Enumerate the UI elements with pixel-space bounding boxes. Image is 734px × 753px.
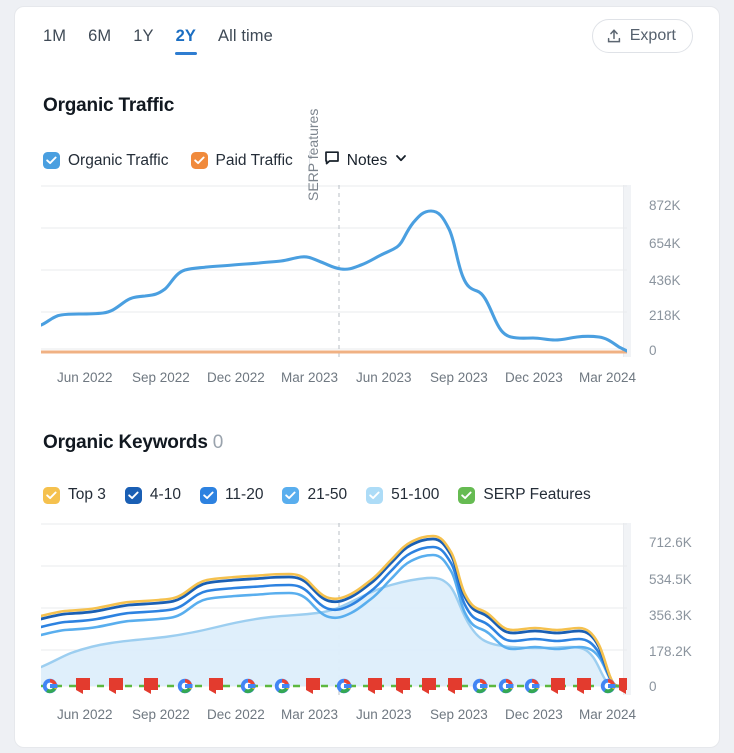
period-tab-1y[interactable]: 1Y: [133, 27, 153, 55]
organic-traffic-title: Organic Traffic: [43, 95, 175, 116]
organic-traffic-chart[interactable]: SERP features: [41, 109, 627, 357]
legend-item-51-100[interactable]: 51-100: [366, 486, 439, 504]
legend-item-4-10[interactable]: 4-10: [124, 486, 181, 504]
checkbox-4-10[interactable]: [124, 486, 142, 504]
keywords-xtick-0: Jun 2022: [57, 707, 113, 722]
toolbar: 1M 6M 1Y 2Y All time Export: [15, 19, 719, 71]
keywords-xtick-6: Dec 2023: [505, 707, 563, 722]
keywords-xtick-5: Sep 2023: [430, 707, 488, 722]
traffic-xtick-1: Sep 2022: [132, 370, 190, 385]
keywords-ytick-0: 712.6K: [649, 535, 692, 550]
traffic-ytick-3: 218K: [649, 308, 681, 323]
notes-label: Notes: [346, 151, 388, 169]
traffic-xtick-3: Mar 2023: [281, 370, 339, 385]
keywords-ytick-3: 178.2K: [649, 644, 692, 659]
traffic-xtick-4: Jun 2023: [356, 370, 412, 385]
notes-dropdown[interactable]: Notes: [324, 150, 409, 171]
traffic-ytick-0: 872K: [649, 198, 681, 213]
keywords-legend: Top 3 4-10 11-20 21-50 51-100 SERP Featu…: [43, 486, 591, 504]
legend-label-11-20: 11-20: [224, 486, 264, 503]
checkbox-paid-traffic[interactable]: [190, 152, 208, 169]
legend-label-serp-features: SERP Features: [483, 486, 591, 503]
checkbox-serp-features[interactable]: [458, 486, 476, 504]
traffic-xtick-6: Dec 2023: [505, 370, 563, 385]
note-bubble-icon: [324, 150, 340, 171]
keywords-xtick-1: Sep 2022: [132, 707, 190, 722]
legend-label-21-50: 21-50: [307, 486, 348, 503]
keywords-xtick-2: Dec 2022: [207, 707, 265, 722]
traffic-xtick-2: Dec 2022: [207, 370, 265, 385]
analytics-card: 1M 6M 1Y 2Y All time Export Organic Traf…: [14, 6, 720, 748]
checkbox-top-3[interactable]: [43, 486, 60, 504]
organic-keywords-title-text: Organic Keywords: [43, 432, 208, 453]
keywords-xtick-7: Mar 2024: [579, 707, 637, 722]
keywords-xtick-3: Mar 2023: [281, 707, 339, 722]
legend-item-paid-traffic[interactable]: Paid Traffic: [190, 151, 293, 170]
legend-item-top-3[interactable]: Top 3: [43, 486, 106, 504]
serp-features-annotation: SERP features: [305, 108, 321, 201]
traffic-ytick-4: 0: [649, 343, 657, 358]
traffic-xtick-5: Sep 2023: [430, 370, 488, 385]
legend-label-4-10: 4-10: [149, 486, 181, 503]
export-label: Export: [629, 27, 676, 44]
traffic-ytick-1: 654K: [649, 236, 681, 251]
period-tabs: 1M 6M 1Y 2Y All time: [43, 27, 273, 55]
traffic-xtick-7: Mar 2024: [579, 370, 637, 385]
legend-item-organic-traffic[interactable]: Organic Traffic: [43, 152, 169, 170]
keywords-ytick-4: 0: [649, 679, 657, 694]
traffic-xtick-0: Jun 2022: [57, 370, 113, 385]
period-tab-all-time[interactable]: All time: [218, 27, 273, 55]
period-tab-6m[interactable]: 6M: [88, 27, 111, 55]
organic-keywords-count: 0: [212, 432, 224, 453]
checkbox-21-50[interactable]: [282, 486, 300, 504]
legend-label-51-100: 51-100: [391, 486, 440, 503]
export-button[interactable]: Export: [591, 19, 693, 53]
keywords-ytick-2: 356.3K: [649, 608, 692, 623]
organic-keywords-title: Organic Keywords 0: [43, 432, 223, 454]
chevron-down-icon: [394, 151, 408, 170]
traffic-legend: Organic Traffic Paid Traffic Notes: [43, 150, 408, 171]
checkbox-51-100[interactable]: [366, 486, 384, 504]
keywords-xtick-4: Jun 2023: [356, 707, 412, 722]
keywords-ytick-1: 534.5K: [649, 572, 692, 587]
checkbox-organic-traffic[interactable]: [43, 152, 60, 169]
upload-icon: [606, 28, 622, 45]
legend-label-organic-traffic: Organic Traffic: [68, 151, 169, 169]
period-tab-1m[interactable]: 1M: [43, 27, 66, 55]
legend-label-paid-traffic: Paid Traffic: [215, 151, 293, 169]
legend-item-11-20[interactable]: 11-20: [199, 486, 264, 504]
organic-keywords-chart[interactable]: [41, 523, 627, 695]
legend-item-21-50[interactable]: 21-50: [282, 486, 347, 504]
checkbox-11-20[interactable]: [199, 486, 217, 504]
traffic-ytick-2: 436K: [649, 273, 681, 288]
legend-label-top-3: Top 3: [68, 486, 106, 503]
period-tab-2y[interactable]: 2Y: [174, 27, 198, 55]
legend-item-serp-features[interactable]: SERP Features: [458, 486, 591, 504]
